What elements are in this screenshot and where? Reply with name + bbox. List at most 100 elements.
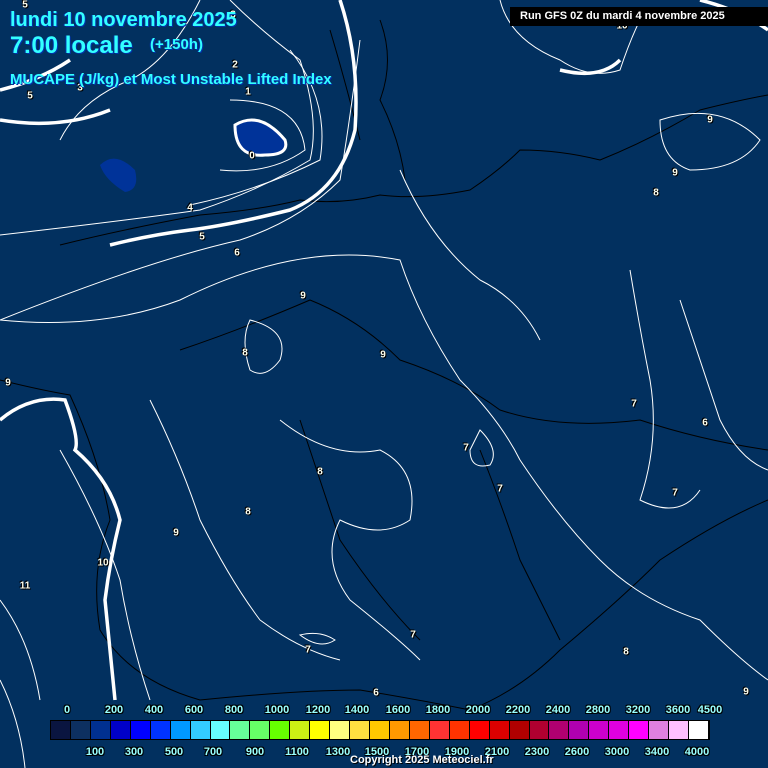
contour-label: 0	[249, 150, 255, 162]
map-canvas	[0, 0, 768, 768]
colorbar-swatch	[290, 721, 311, 739]
colorbar-swatch	[509, 721, 530, 739]
colorbar-swatch	[409, 721, 430, 739]
colorbar-swatch	[150, 721, 171, 739]
colorbar-swatch	[529, 721, 550, 739]
colorbar-label: 2600	[564, 746, 590, 758]
colorbar-swatch	[669, 721, 689, 739]
colorbar-swatch	[449, 721, 470, 739]
colorbar-swatch	[210, 721, 231, 739]
colorbar-label: 1300	[325, 746, 351, 758]
contour-label: 5	[199, 231, 205, 243]
colorbar-label: 4500	[697, 704, 723, 716]
run-info: Run GFS 0Z du mardi 4 novembre 2025	[510, 7, 768, 26]
colorbar-label: 4000	[684, 746, 710, 758]
colorbar-swatch	[70, 721, 91, 739]
colorbar-swatch	[190, 721, 211, 739]
colorbar-swatch	[51, 721, 71, 739]
colorbar-label: 2200	[505, 704, 531, 716]
colorbar-swatch	[609, 721, 630, 739]
contour-label: 7	[463, 442, 469, 454]
contour-label: 7	[305, 644, 311, 656]
copyright: Copyright 2025 Meteociel.fr	[350, 754, 494, 766]
parameter-title: MUCAPE (J/kg) et Most Unstable Lifted In…	[10, 71, 332, 88]
colorbar-label: 1800	[425, 704, 451, 716]
colorbar-swatch	[469, 721, 490, 739]
colorbar-swatch	[330, 721, 351, 739]
colorbar-label: 600	[184, 704, 204, 716]
colorbar-swatch	[250, 721, 271, 739]
colorbar-label: 2300	[524, 746, 550, 758]
time-title: 7:00 locale	[10, 32, 133, 59]
contour-label: 9	[707, 114, 713, 126]
colorbar-swatch	[489, 721, 510, 739]
contour-label: 9	[380, 349, 386, 361]
colorbar-label: 1600	[385, 704, 411, 716]
date-title: lundi 10 novembre 2025	[10, 9, 237, 31]
contour-label: 9	[173, 527, 179, 539]
contour-label: 9	[300, 290, 306, 302]
colorbar-swatch	[389, 721, 410, 739]
contour-label: 5	[27, 90, 33, 102]
colorbar-swatch	[130, 721, 151, 739]
contour-label: 7	[631, 398, 637, 410]
contour-label: 6	[702, 417, 708, 429]
coastlines	[0, 19, 768, 711]
colorbar-label: 900	[245, 746, 265, 758]
colorbar-swatch	[569, 721, 590, 739]
contour-label: 6	[234, 247, 240, 259]
contours	[0, 0, 768, 768]
colorbar-swatch	[370, 721, 390, 739]
colorbar-swatch	[629, 721, 650, 739]
colorbar-label: 2000	[465, 704, 491, 716]
contour-label: 8	[623, 646, 629, 658]
contour-label: 4	[187, 202, 193, 214]
contour-label: 8	[242, 347, 248, 359]
colorbar-swatch	[90, 721, 111, 739]
colorbar-swatch	[649, 721, 670, 739]
colorbar-swatch	[230, 721, 251, 739]
colorbar-label: 2400	[545, 704, 571, 716]
contour-label: 7	[672, 487, 678, 499]
colorbar-swatch	[549, 721, 570, 739]
colorbar-label: 3600	[665, 704, 691, 716]
contour-label: 11	[19, 580, 31, 592]
colorbar-label: 700	[203, 746, 223, 758]
contour-label: 9	[672, 167, 678, 179]
colorbar-label: 1400	[344, 704, 370, 716]
colorbar-swatch	[429, 721, 450, 739]
contour-label: 7	[410, 629, 416, 641]
contour-label: 2	[232, 59, 238, 71]
colorbar-swatch	[350, 721, 370, 739]
contour-label: 8	[653, 187, 659, 199]
colorbar-label: 3400	[644, 746, 670, 758]
colorbar-swatch	[310, 721, 331, 739]
colorbar-label: 1000	[264, 704, 290, 716]
contour-label: 9	[743, 686, 749, 698]
colorbar-swatch	[170, 721, 191, 739]
colorbar-swatch	[689, 721, 709, 739]
colorbar-label: 800	[224, 704, 244, 716]
colorbar-label: 500	[164, 746, 184, 758]
cape-area	[100, 118, 288, 192]
colorbar-label: 400	[144, 704, 164, 716]
contour-label: 8	[317, 466, 323, 478]
colorbar-label: 100	[85, 746, 105, 758]
colorbar-swatch	[110, 721, 131, 739]
colorbar-swatch	[270, 721, 291, 739]
colorbar	[50, 720, 710, 740]
contour-label: 1	[245, 86, 251, 98]
colorbar-label: 1200	[305, 704, 331, 716]
contour-label: 10	[97, 557, 109, 569]
colorbar-label: 3000	[604, 746, 630, 758]
contour-label: 9	[5, 377, 11, 389]
colorbar-swatch	[589, 721, 610, 739]
colorbar-label: 0	[63, 704, 71, 716]
contour-label: 8	[245, 506, 251, 518]
contour-label: 6	[373, 687, 379, 699]
contour-label: 7	[497, 483, 503, 495]
colorbar-label: 1100	[285, 746, 309, 758]
lead-time: (+150h)	[150, 36, 203, 53]
colorbar-label: 3200	[625, 704, 651, 716]
colorbar-label: 200	[104, 704, 124, 716]
